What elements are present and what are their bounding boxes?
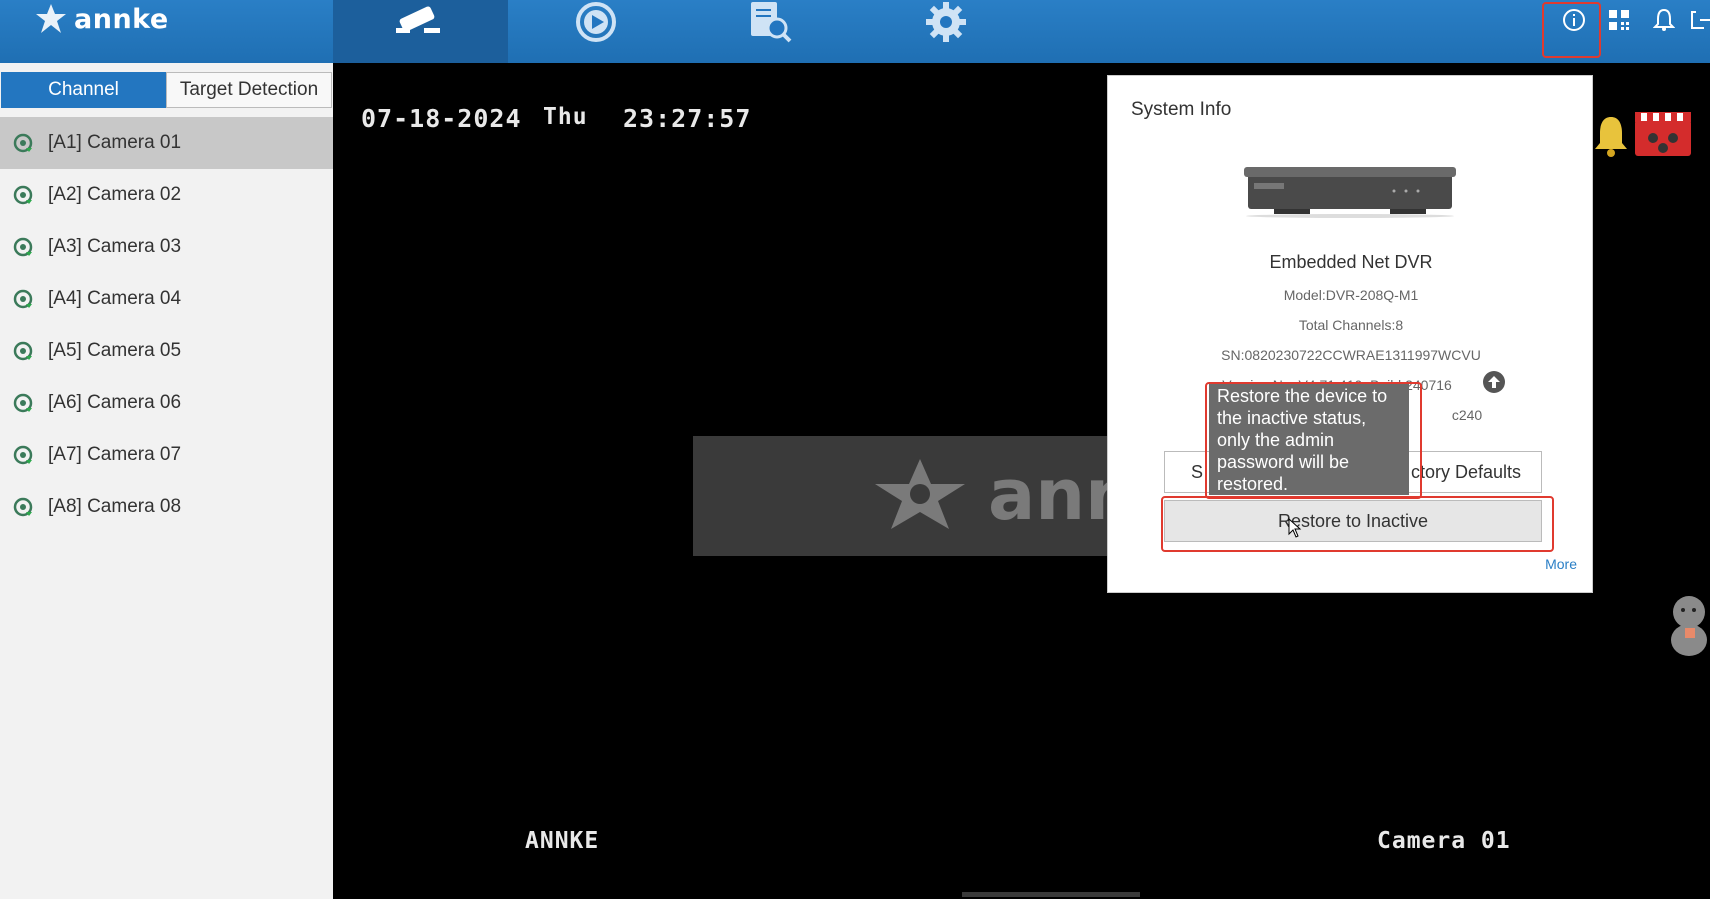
device-name: Embedded Net DVR (1269, 252, 1433, 272)
tooltip-highlight (1205, 382, 1422, 499)
playback-icon[interactable] (570, 2, 622, 42)
osd-channel-name: ANNKE (525, 828, 600, 854)
camera-label: [A5] Camera 05 (48, 340, 182, 361)
assistant-mascot-icon[interactable] (1663, 592, 1710, 665)
camera-label: [A8] Camera 08 (48, 496, 182, 517)
device-serial: SN:0820230722CCWRAE1311997WCVU (1221, 347, 1481, 363)
camera-status-icon (13, 445, 33, 465)
camera-status-icon (13, 289, 33, 309)
button-label-prefix: S (1191, 461, 1204, 482)
firmware-upgrade-icon[interactable] (1483, 371, 1505, 393)
popup-title: System Info (1131, 99, 1232, 120)
camera-status-icon (13, 185, 33, 205)
tab-target-detection[interactable]: Target Detection (166, 72, 332, 108)
camera-item-a3[interactable]: [A3] Camera 03 (0, 221, 333, 273)
sidebar-tabs: Channel Target Detection (1, 72, 332, 108)
annke-logo-icon (36, 4, 66, 33)
camera-item-a1[interactable]: [A1] Camera 01 (0, 117, 333, 169)
camera-label: [A7] Camera 07 (48, 444, 182, 465)
video-clip-icon[interactable] (1633, 110, 1693, 163)
camera-list: [A1] Camera 01 [A2] Camera 02 [A3] Camer… (0, 117, 333, 533)
dvr-device-icon (1244, 167, 1456, 218)
video-scrubber[interactable] (962, 892, 1140, 897)
camera-status-icon (13, 133, 33, 153)
live-view-camera-icon[interactable] (394, 2, 446, 42)
logout-icon[interactable] (1690, 6, 1710, 34)
camera-status-icon (13, 497, 33, 517)
watermark-text: ann (988, 454, 1113, 536)
osd-weekday: Thu (543, 104, 588, 130)
camera-status-icon (13, 393, 33, 413)
camera-label: [A3] Camera 03 (48, 236, 182, 257)
camera-label: [A2] Camera 02 (48, 184, 182, 205)
brand-logo: annke (34, 2, 169, 36)
info-icon-highlight (1542, 2, 1601, 58)
camera-status-icon (13, 237, 33, 257)
mouse-cursor-icon (1288, 518, 1302, 538)
camera-status-icon (13, 341, 33, 361)
device-channels: Total Channels:8 (1298, 317, 1404, 333)
camera-item-a5[interactable]: [A5] Camera 05 (0, 325, 333, 377)
more-link[interactable]: More (1545, 556, 1577, 572)
settings-gear-icon[interactable] (920, 2, 972, 42)
camera-label: [A1] Camera 01 (48, 132, 182, 153)
device-model: Model:DVR-208Q-M1 (1283, 287, 1419, 303)
camera-item-a6[interactable]: [A6] Camera 06 (0, 377, 333, 429)
watermark-logo-icon (875, 459, 965, 529)
notification-bell-icon[interactable] (1650, 6, 1678, 34)
osd-date: 07-18-2024 (361, 104, 522, 133)
osd-time: 23:27:57 (623, 104, 752, 133)
channel-sidebar: Channel Target Detection [A1] Camera 01 … (0, 63, 333, 899)
qr-code-icon[interactable] (1605, 6, 1633, 34)
camera-item-a4[interactable]: [A4] Camera 04 (0, 273, 333, 325)
alarm-bell-icon[interactable] (1592, 113, 1630, 162)
top-navigation-bar: annke (0, 0, 1710, 63)
camera-label: [A6] Camera 06 (48, 392, 182, 413)
video-watermark: ann (693, 436, 1113, 556)
brand-name: annke (74, 3, 169, 35)
tab-channel[interactable]: Channel (1, 72, 166, 108)
camera-item-a8[interactable]: [A8] Camera 08 (0, 481, 333, 533)
camera-item-a7[interactable]: [A7] Camera 07 (0, 429, 333, 481)
camera-label: [A4] Camera 04 (48, 288, 182, 309)
restore-button-highlight (1161, 496, 1554, 552)
camera-item-a2[interactable]: [A2] Camera 02 (0, 169, 333, 221)
osd-camera-name: Camera 01 (1377, 828, 1511, 854)
search-record-icon[interactable] (744, 2, 796, 43)
button-label-suffix: ctory Defaults (1410, 461, 1521, 482)
